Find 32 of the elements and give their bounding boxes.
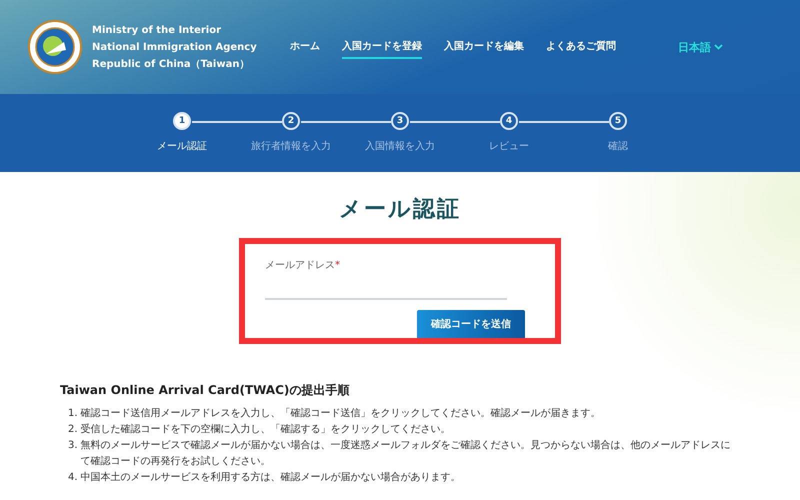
list-number: 3. (68, 439, 78, 453)
instruction-item: 無料のメールサービスで確認メールが届かない場合は、一度迷惑メールフォルダをご確認ください。見つからない場合は、他のメールアドレスにて確認コードの再発行をお試しください。 (80, 438, 732, 469)
agency-name: Republic of China（Taiwan） (92, 58, 250, 72)
list-number: 4. (68, 471, 78, 485)
list-number: 1. (68, 407, 78, 421)
step-label: 入国情報を入力 (365, 140, 435, 153)
language-selector[interactable]: 日本語 (676, 38, 725, 56)
step-number: 3 (391, 112, 409, 130)
step-label: 旅行者情報を入力 (251, 140, 331, 153)
instruction-item: 中国本土のメールサービスを利用する方は、確認メールが届かない場合があります。 (80, 470, 461, 485)
step-number: 5 (609, 112, 627, 130)
agency-seal-icon (28, 20, 82, 74)
step-number: 2 (282, 112, 300, 130)
step-number: 1 (173, 112, 191, 130)
step-label: 確認 (608, 140, 628, 153)
nav-link[interactable]: 入国カードを編集 (444, 35, 524, 59)
instruction-item: 受信した確認コードを下の空欄に入力し、「確認する」をクリックしてください。 (80, 422, 451, 437)
field-label: メールアドレス* (265, 259, 341, 272)
nav-link[interactable]: ホーム (290, 35, 320, 59)
list-number: 2. (68, 423, 78, 437)
nav-link[interactable]: よくあるご質問 (546, 35, 616, 59)
step-number: 4 (500, 112, 518, 130)
agency-name: National Immigration Agency (92, 40, 257, 54)
step-label: レビュー (489, 140, 529, 153)
instruction-item: 確認コード送信用メールアドレスを入力し、「確認コード送信」をクリックしてください。確認メールが届きます。 (80, 406, 601, 421)
instructions-heading: Taiwan Online Arrival Card(TWAC)の提出手順 (60, 382, 350, 399)
page-title: メール認証 (338, 196, 462, 224)
send-code-button[interactable]: 確認コードを送信 (417, 310, 525, 338)
agency-name: Ministry of the Interior (92, 24, 222, 38)
nav-link[interactable]: 入国カードを登録 (342, 35, 422, 59)
chevron-down-icon (714, 44, 723, 50)
step-label: メール認証 (157, 140, 207, 153)
